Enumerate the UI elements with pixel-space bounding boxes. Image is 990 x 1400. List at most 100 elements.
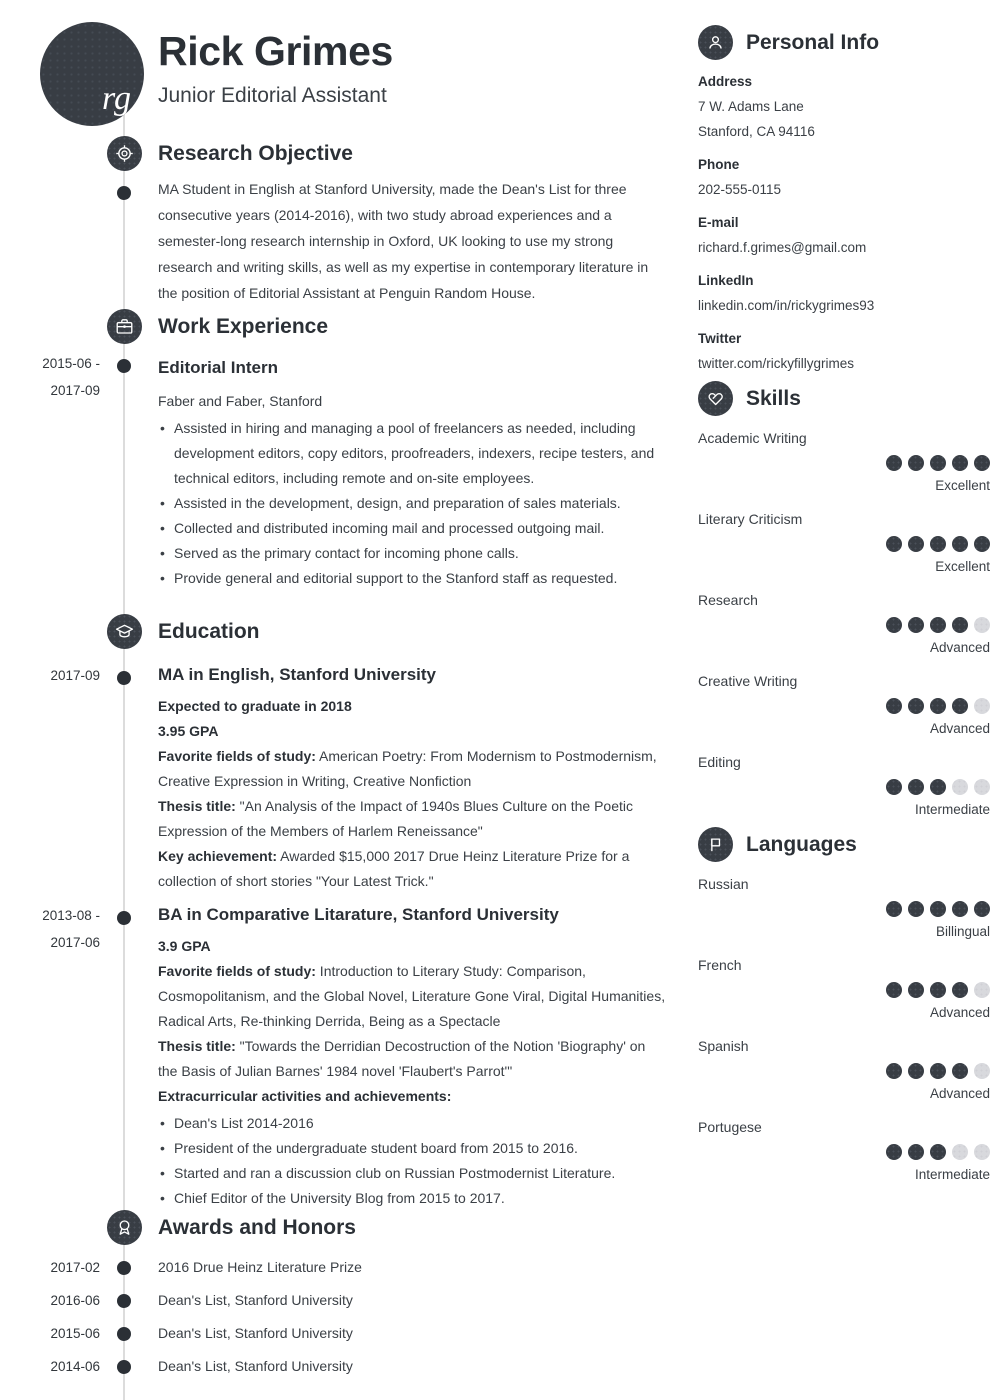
language-name: French [698,957,742,973]
flag-icon [698,827,733,862]
rating-dot [974,698,990,714]
research-objective-text: MA Student in English at Stanford Univer… [158,181,649,301]
education-line: Extracurricular activities and achieveme… [158,1084,666,1109]
rating-dot [952,901,968,917]
work-entry-title: Editorial Intern [158,358,278,377]
education-entry-date: 2017-09 [0,662,100,689]
rating-dot [952,536,968,552]
education-date-start: 2017-09 [50,668,100,683]
timeline-dot [117,911,131,925]
work-entry-0: Editorial Intern Faber and Faber, Stanfo… [158,356,666,591]
education-line-label: 3.95 GPA [158,723,219,739]
language-rating-dots [886,1063,990,1079]
education-line: Thesis title: "An Analysis of the Impact… [158,794,666,844]
resume-header: rg Rick Grimes Junior Editorial Assistan… [0,0,690,130]
timeline-dot [117,1360,131,1374]
rating-dot [974,1063,990,1079]
rating-dot [908,617,924,633]
briefcase-icon [107,309,142,344]
skill-rating-dots [886,536,990,552]
skill-name: Editing [698,754,741,770]
work-entry-bullets: Assisted in hiring and managing a pool o… [158,416,666,591]
contact-value-linkedin[interactable]: linkedin.com/in/rickygrimes93 [698,298,874,313]
skill-rating-dots [886,779,990,795]
education-date-end: 2017-06 [50,935,100,950]
contact-value-twitter[interactable]: twitter.com/rickyfillygrimes [698,356,854,371]
education-line: Favorite fields of study: Introduction t… [158,959,666,1034]
list-item: Chief Editor of the University Blog from… [158,1186,666,1211]
contact-value-phone[interactable]: 202-555-0115 [698,182,781,197]
award-date: 2017-02 [0,1254,100,1281]
rating-dot [930,901,946,917]
graduation-cap-icon [107,614,142,649]
contact-label-address: Address [698,74,753,89]
skill-rating-dots [886,698,990,714]
education-line: Expected to graduate in 2018 [158,694,666,719]
language-level: Billingual [935,924,990,939]
education-entry-title: BA in Comparative Litarature, Stanford U… [158,905,559,924]
award-ribbon-icon [107,1210,142,1245]
rating-dot [930,1144,946,1160]
education-entry-0: MA in English, Stanford University Expec… [158,663,666,894]
contact-label-phone: Phone [698,157,740,172]
section-title-languages: Languages [746,832,857,856]
skill-rating-dots [886,617,990,633]
rating-dot [886,982,902,998]
job-title: Junior Editorial Assistant [158,84,387,107]
contact-label-linkedin: LinkedIn [698,273,754,288]
timeline-dot [117,1294,131,1308]
skill-name: Literary Criticism [698,511,803,527]
timeline-dot [117,671,131,685]
rating-dot [974,1144,990,1160]
award-date: 2016-06 [0,1287,100,1314]
award-text: Dean's List, Stanford University [158,1358,353,1374]
contact-label-twitter: Twitter [698,331,742,346]
rating-dot [974,982,990,998]
rating-dot [930,698,946,714]
education-line-label: 3.9 GPA [158,938,211,954]
award-text: Dean's List, Stanford University [158,1325,353,1341]
work-entry-date: 2015-06 - 2017-09 [0,350,100,404]
section-title-education: Education [158,620,260,643]
language-rating-dots [886,1144,990,1160]
education-line: Favorite fields of study: American Poetr… [158,744,666,794]
skill-name: Research [698,592,758,608]
education-line: 3.9 GPA [158,934,666,959]
rating-dot [974,617,990,633]
rating-dot [908,455,924,471]
section-title-personal-info: Personal Info [746,30,880,54]
rating-dot [930,982,946,998]
language-name: Russian [698,876,749,892]
education-line-label: Favorite fields of study: [158,963,316,979]
contact-value-email[interactable]: richard.f.grimes@gmail.com [698,240,866,255]
skill-level: Excellent [935,559,990,574]
rating-dot [886,1063,902,1079]
contact-value-address-line2: Stanford, CA 94116 [698,124,815,139]
rating-dot [908,536,924,552]
rating-dot [908,982,924,998]
list-item: President of the undergraduate student b… [158,1136,666,1161]
rating-dot [908,698,924,714]
rating-dot [886,1144,902,1160]
rating-dot [930,455,946,471]
skill-level: Excellent [935,478,990,493]
rating-dot [886,779,902,795]
section-skills: Skills [698,381,801,416]
list-item: Provide general and editorial support to… [158,566,666,591]
section-personal-info: Personal Info [698,25,879,60]
list-item: Assisted in hiring and managing a pool o… [158,416,666,491]
education-entry-1: BA in Comparative Litarature, Stanford U… [158,903,666,1211]
rating-dot [886,536,902,552]
avatar: rg [40,22,144,126]
rating-dot [886,901,902,917]
rating-dot [952,698,968,714]
language-rating-dots [886,901,990,917]
list-item: Started and ran a discussion club on Rus… [158,1161,666,1186]
education-entry-title: MA in English, Stanford University [158,665,437,684]
list-item: Served as the primary contact for incomi… [158,541,666,566]
education-line: Thesis title: "Towards the Derridian Dec… [158,1034,666,1084]
list-item: Dean's List 2014-2016 [158,1111,666,1136]
award-text: Dean's List, Stanford University [158,1292,353,1308]
right-sidebar: Personal Info Address 7 W. Adams Lane St… [698,0,990,1400]
section-title-research-objective: Research Objective [158,142,353,165]
